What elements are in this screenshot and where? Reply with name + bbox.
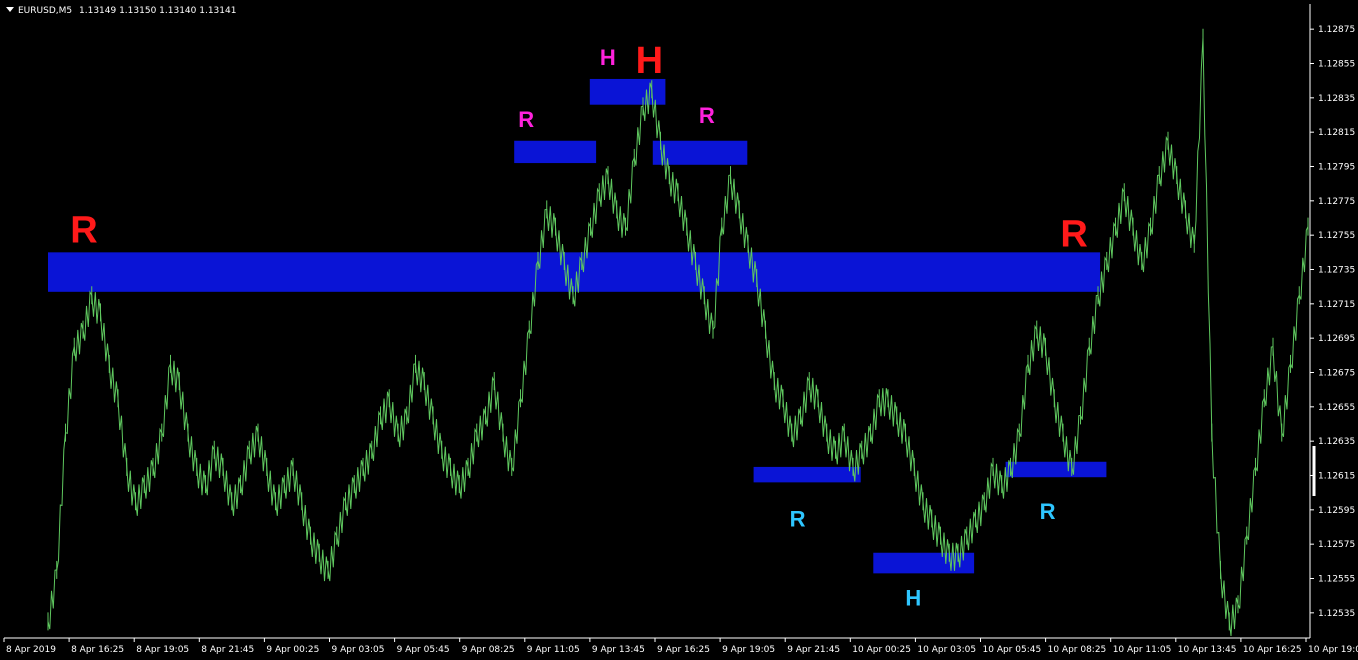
y-tick-label: 1.12595	[1318, 506, 1355, 516]
x-tick-label: 9 Apr 11:05	[527, 645, 580, 655]
x-tick-label: 10 Apr 11:05	[1113, 645, 1172, 655]
x-tick-label: 9 Apr 13:45	[592, 645, 645, 655]
x-tick-label: 9 Apr 03:05	[332, 645, 385, 655]
y-tick-label: 1.12695	[1318, 334, 1355, 344]
x-tick-label: 8 Apr 2019	[6, 645, 56, 655]
zone-box-0	[48, 252, 1101, 292]
zone-label-h: H	[905, 585, 921, 610]
ohlc-readout: 1.13149 1.13150 1.13140 1.13141	[79, 6, 236, 16]
y-tick-label: 1.12535	[1318, 609, 1355, 619]
zone-box-2	[589, 78, 666, 105]
x-tick-label: 9 Apr 08:25	[462, 645, 515, 655]
chart-background	[0, 0, 1358, 660]
y-tick-label: 1.12575	[1318, 540, 1355, 550]
y-tick-label: 1.12755	[1318, 231, 1355, 241]
y-tick-label: 1.12655	[1318, 403, 1355, 413]
y-tick-label: 1.12715	[1318, 300, 1355, 310]
y-tick-label: 1.12735	[1318, 266, 1355, 276]
y-tick-label: 1.12855	[1318, 60, 1355, 70]
y-tick-label: 1.12875	[1318, 25, 1355, 35]
x-tick-label: 10 Apr 16:25	[1243, 645, 1302, 655]
x-tick-label: 10 Apr 13:45	[1178, 645, 1237, 655]
y-tick-label: 1.12675	[1318, 369, 1355, 379]
y-tick-label: 1.12635	[1318, 437, 1355, 447]
zone-label-r: R	[1060, 213, 1087, 255]
zone-label-r: R	[70, 209, 97, 251]
x-tick-label: 8 Apr 16:25	[71, 645, 124, 655]
y-tick-label: 1.12775	[1318, 197, 1355, 207]
zone-box-6	[1005, 461, 1107, 478]
x-tick-label: 9 Apr 16:25	[657, 645, 710, 655]
x-tick-label: 9 Apr 00:25	[266, 645, 319, 655]
x-tick-label: 10 Apr 00:25	[852, 645, 911, 655]
y-tick-label: 1.12835	[1318, 94, 1355, 104]
zone-label-r: R	[518, 107, 534, 132]
x-tick-label: 10 Apr 08:25	[1048, 645, 1107, 655]
x-tick-label: 9 Apr 19:05	[722, 645, 775, 655]
zone-label-r: R	[790, 506, 806, 531]
x-tick-label: 10 Apr 19:05	[1308, 645, 1358, 655]
price-chart[interactable]: EURUSD,M5 1.13149 1.13150 1.13140 1.1314…	[0, 0, 1358, 660]
zone-label-h: H	[636, 40, 663, 82]
x-tick-label: 8 Apr 19:05	[136, 645, 189, 655]
zone-label-h: H	[600, 45, 616, 70]
y-tick-label: 1.12815	[1318, 128, 1355, 138]
x-tick-label: 9 Apr 21:45	[787, 645, 840, 655]
x-tick-label: 10 Apr 05:45	[983, 645, 1042, 655]
y-tick-label: 1.12615	[1318, 472, 1355, 482]
zone-label-r: R	[699, 103, 715, 128]
zone-box-1	[514, 140, 597, 164]
zone-box-4	[753, 466, 861, 483]
x-tick-label: 9 Apr 05:45	[397, 645, 450, 655]
y-tick-label: 1.12795	[1318, 163, 1355, 173]
y-tick-label: 1.12555	[1318, 575, 1355, 585]
symbol-label: EURUSD,M5	[18, 6, 72, 16]
x-tick-label: 8 Apr 21:45	[201, 645, 254, 655]
zone-label-r: R	[1040, 499, 1056, 524]
x-tick-label: 10 Apr 03:05	[917, 645, 976, 655]
